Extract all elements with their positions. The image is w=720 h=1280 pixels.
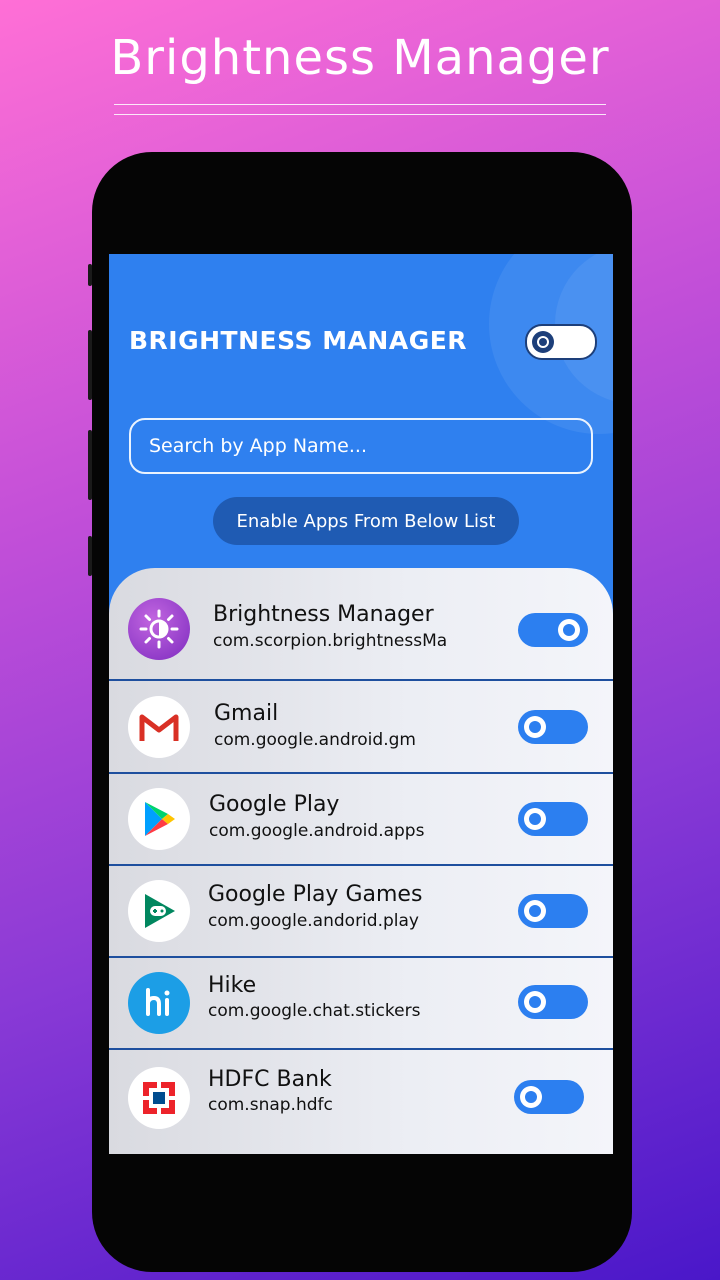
app-package: com.snap.hdfc (208, 1095, 333, 1115)
app-toggle-knob (524, 900, 546, 922)
app-toggle[interactable] (518, 710, 588, 744)
enable-apps-button[interactable]: Enable Apps From Below List (213, 497, 519, 545)
app-package: com.google.chat.stickers (208, 1001, 421, 1021)
google-play-games-icon (128, 880, 190, 942)
master-toggle-knob (532, 331, 554, 353)
app-package: com.google.android.gm (214, 730, 416, 750)
brightness-app-icon (128, 598, 190, 660)
promo-rule-top (114, 104, 606, 105)
list-item[interactable]: Gmail com.google.android.gm (109, 681, 613, 772)
app-package: com.google.andorid.play (208, 911, 419, 931)
app-toggle-knob (524, 716, 546, 738)
app-toggle-knob (524, 808, 546, 830)
app-toggle-knob (558, 619, 580, 641)
app-name: HDFC Bank (208, 1067, 332, 1092)
app-name: Gmail (214, 701, 279, 726)
phone-side-button (88, 430, 92, 500)
google-play-icon (128, 788, 190, 850)
list-item[interactable]: Google Play Games com.google.andorid.pla… (109, 866, 613, 956)
hdfc-icon (128, 1067, 190, 1129)
app-toggle[interactable] (518, 894, 588, 928)
app-name: Hike (208, 973, 257, 998)
list-item[interactable]: Hike com.google.chat.stickers (109, 958, 613, 1048)
search-input[interactable]: Search by App Name... (129, 418, 593, 474)
app-name: Google Play Games (208, 882, 423, 907)
app-toggle-knob (520, 1086, 542, 1108)
app-header-title: BRIGHTNESS MANAGER (129, 326, 468, 355)
hike-icon (128, 972, 190, 1034)
phone-side-button (88, 330, 92, 400)
app-toggle[interactable] (518, 985, 588, 1019)
phone-side-button (88, 264, 92, 286)
app-name: Google Play (209, 792, 340, 817)
promo-title: Brightness Manager (110, 30, 610, 86)
app-toggle[interactable] (518, 613, 588, 647)
app-toggle-knob (524, 991, 546, 1013)
app-package: com.google.android.apps (209, 821, 425, 841)
list-item[interactable]: HDFC Bank com.snap.hdfc (109, 1050, 613, 1154)
app-list: Brightness Manager com.scorpion.brightne… (109, 568, 613, 1154)
promo-rule-bottom (114, 114, 606, 115)
gmail-icon (128, 696, 190, 758)
app-package: com.scorpion.brightnessMa (213, 631, 448, 651)
app-toggle[interactable] (518, 802, 588, 836)
phone-side-button (88, 536, 92, 576)
app-toggle[interactable] (514, 1080, 584, 1114)
app-screen: BRIGHTNESS MANAGER Search by App Name...… (109, 254, 613, 1154)
app-name: Brightness Manager (213, 602, 434, 627)
list-item[interactable]: Brightness Manager com.scorpion.brightne… (109, 568, 613, 680)
list-item[interactable]: Google Play com.google.android.apps (109, 774, 613, 864)
master-toggle[interactable] (525, 324, 597, 360)
